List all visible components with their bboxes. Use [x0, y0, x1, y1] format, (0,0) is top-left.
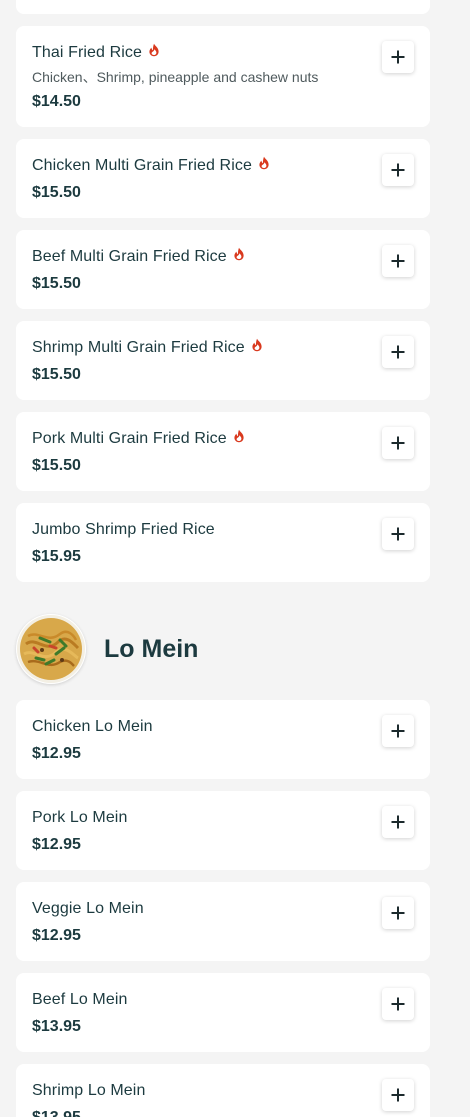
menu-page: Thai Fried Rice Chicken、Shrimp, pineappl… [0, 0, 470, 1117]
item-price: $12.95 [32, 836, 81, 853]
plus-icon [391, 815, 405, 829]
menu-item-card[interactable]: Chicken Multi Grain Fried Rice $15.50 [16, 139, 430, 218]
add-to-cart-button[interactable] [382, 41, 414, 73]
item-name: Pork Multi Grain Fried Rice [32, 430, 227, 447]
add-to-cart-button[interactable] [382, 1079, 414, 1111]
menu-item-card[interactable]: Chicken Lo Mein $12.95 [16, 700, 430, 779]
plus-icon [391, 724, 405, 738]
item-price: $13.95 [32, 1018, 81, 1035]
menu-item-card[interactable]: Beef Multi Grain Fried Rice $15.50 [16, 230, 430, 309]
chili-flame-icon [234, 429, 244, 443]
menu-item-card[interactable]: Thai Fried Rice Chicken、Shrimp, pineappl… [16, 26, 430, 127]
item-name: Jumbo Shrimp Fried Rice [32, 521, 215, 538]
add-to-cart-button[interactable] [382, 245, 414, 277]
add-to-cart-button[interactable] [382, 336, 414, 368]
item-name: Shrimp Lo Mein [32, 1082, 146, 1099]
plus-icon [391, 345, 405, 359]
plus-icon [391, 436, 405, 450]
item-price: $15.50 [32, 457, 81, 474]
item-price: $14.50 [32, 93, 81, 110]
menu-item-card[interactable]: Jumbo Shrimp Fried Rice $15.95 [16, 503, 430, 582]
item-price: $12.95 [32, 745, 81, 762]
plus-icon [391, 1088, 405, 1102]
item-price: $12.95 [32, 927, 81, 944]
menu-item-card[interactable]: Veggie Lo Mein $12.95 [16, 882, 430, 961]
item-name: Pork Lo Mein [32, 809, 128, 826]
add-to-cart-button[interactable] [382, 154, 414, 186]
item-price: $15.50 [32, 275, 81, 292]
section-header-lo-mein: Lo Mein [16, 608, 430, 690]
menu-item-card-partial[interactable] [16, 0, 430, 14]
menu-item-card[interactable]: Beef Lo Mein $13.95 [16, 973, 430, 1052]
item-name: Shrimp Multi Grain Fried Rice [32, 339, 245, 356]
plus-icon [391, 163, 405, 177]
menu-item-card[interactable]: Pork Multi Grain Fried Rice $15.50 [16, 412, 430, 491]
menu-item-card[interactable]: Shrimp Multi Grain Fried Rice $15.50 [16, 321, 430, 400]
chili-flame-icon [234, 247, 244, 261]
item-description: Chicken、Shrimp, pineapple and cashew nut… [32, 69, 319, 85]
item-name: Thai Fried Rice [32, 44, 142, 61]
plus-icon [391, 50, 405, 64]
menu-list: Thai Fried Rice Chicken、Shrimp, pineappl… [16, 0, 430, 1117]
menu-item-card[interactable]: Pork Lo Mein $12.95 [16, 791, 430, 870]
chili-flame-icon [252, 338, 262, 352]
add-to-cart-button[interactable] [382, 806, 414, 838]
add-to-cart-button[interactable] [382, 897, 414, 929]
item-name: Beef Multi Grain Fried Rice [32, 248, 227, 265]
menu-item-card[interactable]: Shrimp Lo Mein $13.95 [16, 1064, 430, 1117]
add-to-cart-button[interactable] [382, 427, 414, 459]
noodle-plate-illustration [17, 615, 85, 683]
item-price: $15.50 [32, 366, 81, 383]
item-price: $15.50 [32, 184, 81, 201]
plus-icon [391, 254, 405, 268]
item-name: Chicken Multi Grain Fried Rice [32, 157, 252, 174]
item-name: Chicken Lo Mein [32, 718, 153, 735]
item-name: Veggie Lo Mein [32, 900, 144, 917]
section-title: Lo Mein [104, 634, 199, 663]
add-to-cart-button[interactable] [382, 518, 414, 550]
lo-mein-dish-image [16, 614, 86, 684]
item-name: Beef Lo Mein [32, 991, 128, 1008]
plus-icon [391, 997, 405, 1011]
chili-flame-icon [259, 156, 269, 170]
item-price: $13.95 [32, 1107, 370, 1117]
add-to-cart-button[interactable] [382, 988, 414, 1020]
chili-flame-icon [149, 43, 159, 57]
add-to-cart-button[interactable] [382, 715, 414, 747]
plus-icon [391, 527, 405, 541]
item-price: $15.95 [32, 548, 81, 565]
plus-icon [391, 906, 405, 920]
